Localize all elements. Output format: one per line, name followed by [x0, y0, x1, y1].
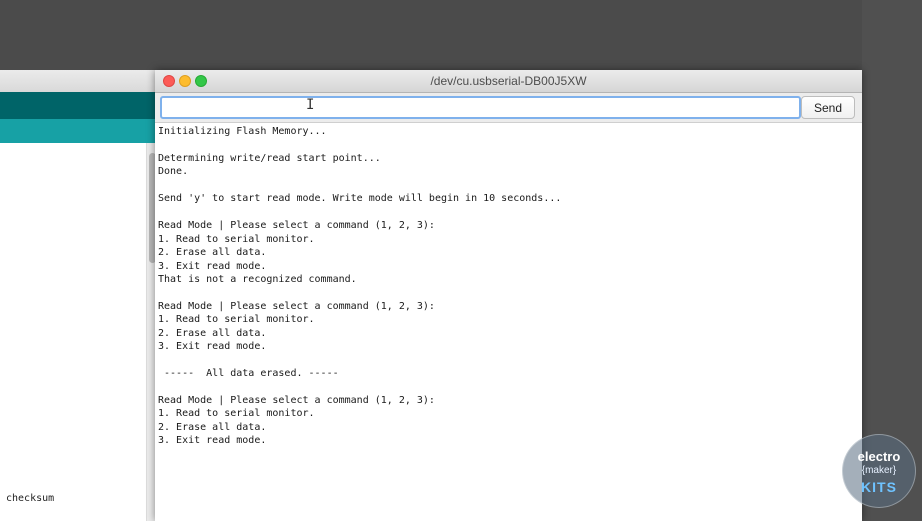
serial-titlebar: /dev/cu.usbserial-DB00J5XW	[155, 70, 862, 93]
serial-message-input[interactable]	[160, 96, 801, 119]
ide-toolbar	[0, 92, 160, 136]
serial-output-line: Send 'y' to start read mode. Write mode …	[158, 193, 562, 205]
window-title: /dev/cu.usbserial-DB00J5XW	[430, 74, 587, 88]
serial-output-line: 3. Exit read mode.	[158, 341, 267, 353]
arduino-ide-window: ▼ checksum	[0, 70, 160, 521]
ide-titlebar	[0, 70, 160, 93]
serial-output-line: Read Mode | Please select a command (1, …	[158, 300, 435, 312]
logo-line-kits: KITS	[861, 479, 897, 495]
serial-output-line: Read Mode | Please select a command (1, …	[158, 395, 435, 406]
serial-output-line: 2. Erase all data.	[158, 421, 267, 433]
ibeam-cursor-icon: I	[306, 97, 315, 113]
serial-output-line: 2. Erase all data.	[158, 247, 267, 259]
serial-monitor-window: /dev/cu.usbserial-DB00J5XW I Send Initia…	[155, 70, 862, 521]
serial-output-line: ----- All data erased. -----	[158, 368, 339, 380]
logo-line-maker: {maker}	[861, 465, 897, 476]
serial-output-line: That is not a recognized command.	[158, 273, 357, 285]
ide-editor[interactable]	[0, 143, 146, 521]
serial-output-line: Initializing Flash Memory...	[158, 126, 327, 137]
serial-output-line: 1. Read to serial monitor.	[158, 408, 315, 420]
serial-output-line: 3. Exit read mode.	[158, 435, 267, 447]
serial-input-bar: I Send	[155, 93, 862, 123]
electromaker-kits-logo: electro {maker} KITS	[842, 434, 916, 508]
serial-output-line: 1. Read to serial monitor.	[158, 233, 315, 245]
serial-output-line: 2. Erase all data.	[158, 327, 267, 339]
ide-status-text: checksum	[6, 493, 55, 504]
serial-output-line: Done.	[158, 166, 189, 178]
serial-output-line: 1. Read to serial monitor.	[158, 314, 315, 326]
serial-output-line: 3. Exit read mode.	[158, 260, 267, 272]
ide-tab-bar: ▼	[0, 119, 160, 186]
logo-line-electro: electro	[857, 449, 901, 464]
send-button[interactable]: Send	[801, 96, 855, 119]
serial-output-area[interactable]: Initializing Flash Memory... Determining …	[155, 123, 862, 521]
serial-output-line: Read Mode | Please select a command (1, …	[158, 220, 435, 232]
serial-output-line: Determining write/read start point...	[158, 152, 381, 164]
